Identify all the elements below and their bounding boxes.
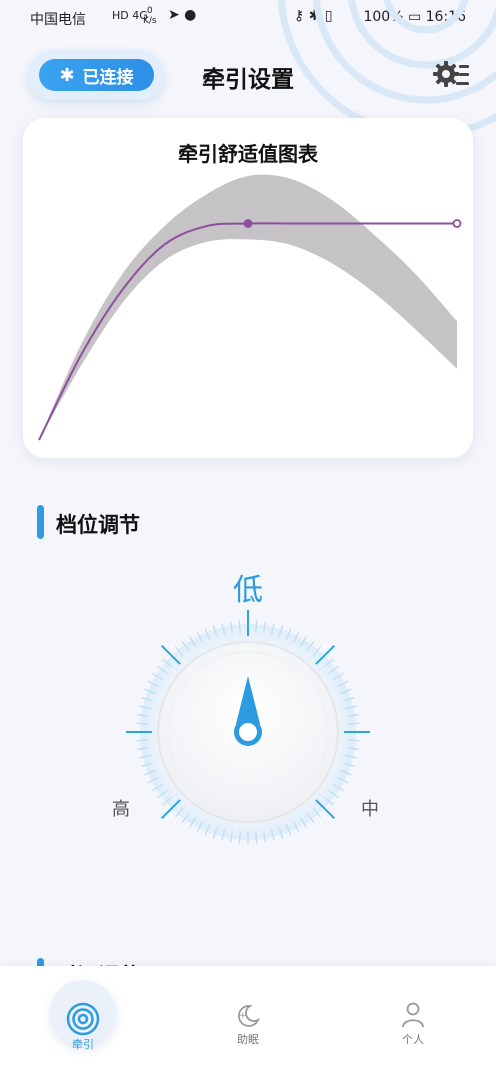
dial-minor-tick xyxy=(255,831,258,844)
traction-icon xyxy=(66,1002,100,1036)
svg-text:+: + xyxy=(239,1011,247,1021)
gear-section-title: 档位调节 xyxy=(56,513,140,537)
bluetooth-icon: ✱ xyxy=(59,64,75,86)
dial-minor-tick xyxy=(347,722,360,725)
gear-label-high[interactable]: 高 xyxy=(112,795,130,821)
network-speed: 0 K/s xyxy=(143,6,157,26)
nav-item-sleep[interactable]: + 助眠 xyxy=(188,966,308,1056)
chart-point-marker xyxy=(452,219,462,228)
network-speed-value: 0 xyxy=(146,6,153,16)
comfort-chart xyxy=(38,174,462,441)
dial-minor-tick xyxy=(136,722,149,725)
section-accent-bar xyxy=(37,505,44,539)
dial-minor-tick xyxy=(347,739,360,742)
gear-label-low[interactable]: 低 xyxy=(228,565,268,609)
dial-minor-tick xyxy=(136,739,149,742)
bluetooth-status-button[interactable]: ✱ 已连接 xyxy=(39,59,154,91)
location-icon: ➤ ● xyxy=(168,7,197,23)
comfort-band-area xyxy=(39,174,457,440)
chart-point-marker xyxy=(243,219,253,228)
settings-icon[interactable] xyxy=(432,58,470,92)
nav-item-traction[interactable]: 牵引 xyxy=(23,966,143,1056)
nav-item-profile[interactable]: 个人 xyxy=(353,966,473,1056)
network-speed-unit: K/s xyxy=(143,16,157,26)
nav-label-sleep: 助眠 xyxy=(237,1033,259,1046)
page-title: 牵引设置 xyxy=(202,67,294,93)
bluetooth-status-label: 已连接 xyxy=(82,67,134,88)
gear-label-mid[interactable]: 中 xyxy=(361,795,379,821)
carrier-label: 中国电信 xyxy=(30,12,86,28)
dial-minor-tick xyxy=(255,620,258,633)
nav-label-profile: 个人 xyxy=(402,1033,424,1046)
dial-minor-tick xyxy=(238,620,241,633)
dial-minor-tick xyxy=(238,831,241,844)
nav-label-traction: 牵引 xyxy=(72,1038,94,1051)
person-icon xyxy=(402,1002,424,1028)
sleep-icon: + xyxy=(238,1005,260,1027)
